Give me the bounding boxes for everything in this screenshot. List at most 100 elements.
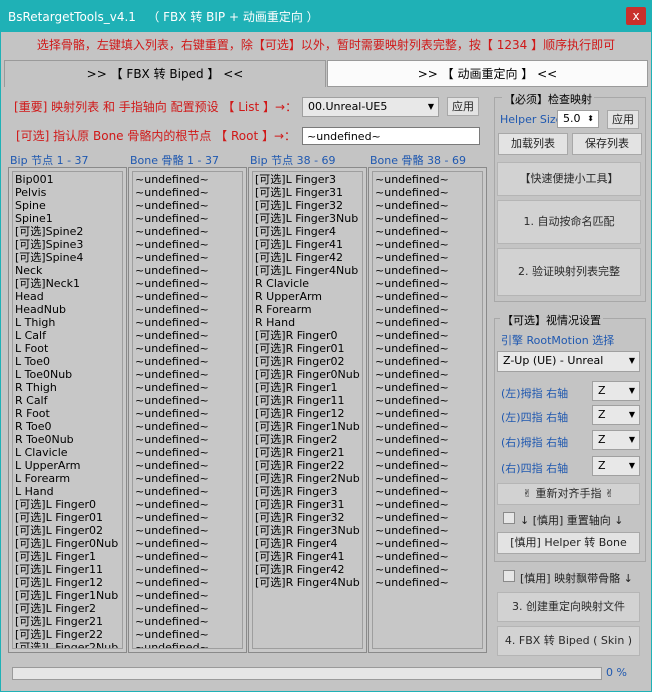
list-item[interactable]: ~undefined~ — [375, 251, 482, 264]
list-item[interactable]: ~undefined~ — [375, 485, 482, 498]
list-item[interactable]: [可选]R Finger02 — [255, 355, 362, 368]
list-item[interactable]: [可选]L Finger31 — [255, 186, 362, 199]
list-item[interactable]: ~undefined~ — [135, 368, 242, 381]
list-item[interactable]: ~undefined~ — [135, 407, 242, 420]
list-item[interactable]: [可选]L Finger2 — [15, 602, 122, 615]
list-item[interactable]: R Hand — [255, 316, 362, 329]
list-item[interactable]: [可选]L Finger1 — [15, 550, 122, 563]
list-item[interactable]: ~undefined~ — [135, 212, 242, 225]
bone-list-2[interactable]: ~undefined~ ~undefined~ ~undefined~ ~undefi… — [368, 167, 487, 653]
list-item[interactable]: ~undefined~ — [135, 537, 242, 550]
list-item[interactable]: ~undefined~ — [135, 602, 242, 615]
list-item[interactable]: [可选]R Finger3 — [255, 485, 362, 498]
list-item[interactable]: ~undefined~ — [375, 368, 482, 381]
list-item[interactable]: ~undefined~ — [375, 264, 482, 277]
list-item[interactable]: [可选]R Finger4 — [255, 537, 362, 550]
list-item[interactable]: ~undefined~ — [135, 511, 242, 524]
list-item[interactable]: ~undefined~ — [135, 550, 242, 563]
reset-axis-checkbox[interactable] — [503, 512, 515, 524]
list-item[interactable]: ~undefined~ — [375, 238, 482, 251]
list-item[interactable]: ~undefined~ — [375, 446, 482, 459]
list-item[interactable]: L Clavicle — [15, 446, 122, 459]
list-item[interactable]: L Foot — [15, 342, 122, 355]
list-item[interactable]: [可选]L Finger2Nub — [15, 641, 122, 648]
list-item[interactable]: ~undefined~ — [375, 277, 482, 290]
list-item[interactable]: ~undefined~ — [375, 394, 482, 407]
list-item[interactable]: ~undefined~ — [135, 355, 242, 368]
list-item[interactable]: ~undefined~ — [375, 472, 482, 485]
list-item[interactable]: [可选]R Finger2Nub — [255, 472, 362, 485]
list-item[interactable]: ~undefined~ — [135, 498, 242, 511]
list-item[interactable]: [可选]L Finger12 — [15, 576, 122, 589]
list-item[interactable]: L Hand — [15, 485, 122, 498]
list-item[interactable]: ~undefined~ — [135, 316, 242, 329]
list-item[interactable]: R UpperArm — [255, 290, 362, 303]
list-item[interactable]: Bip001 — [15, 173, 122, 186]
fbx-to-biped-button[interactable]: 4. FBX 转 Biped ( Skin ) — [497, 626, 640, 656]
list-item[interactable]: ~undefined~ — [135, 394, 242, 407]
helper-size-apply-button[interactable]: 应用 — [607, 110, 639, 129]
list-item[interactable]: [可选]R Finger01 — [255, 342, 362, 355]
list-item[interactable]: [可选]R Finger0Nub — [255, 368, 362, 381]
axis-dropdown[interactable]: Z-Up (UE) - Unreal ▼ — [497, 351, 640, 372]
root-node-field[interactable]: ~undefined~ — [302, 127, 480, 145]
list-item[interactable]: ~undefined~ — [135, 628, 242, 641]
list-item[interactable]: [可选]R Finger12 — [255, 407, 362, 420]
list-item[interactable]: ~undefined~ — [375, 225, 482, 238]
list-item[interactable]: [可选]R Finger21 — [255, 446, 362, 459]
helper-size-spinner[interactable]: 5.0 ⬍ — [557, 110, 599, 128]
list-item[interactable]: [可选]L Finger11 — [15, 563, 122, 576]
list-item[interactable]: ~undefined~ — [135, 251, 242, 264]
list-item[interactable]: [可选]R Finger11 — [255, 394, 362, 407]
create-retarget-file-button[interactable]: 3. 创建重定向映射文件 — [497, 592, 640, 622]
list-item[interactable]: [可选]L Finger3Nub — [255, 212, 362, 225]
list-item[interactable]: [可选]R Finger3Nub — [255, 524, 362, 537]
list-item[interactable]: [可选]L Finger4 — [255, 225, 362, 238]
list-item[interactable]: R Toe0 — [15, 420, 122, 433]
list-item[interactable]: ~undefined~ — [375, 212, 482, 225]
list-item[interactable]: [可选]R Finger1Nub — [255, 420, 362, 433]
close-button[interactable]: x — [626, 7, 646, 25]
list-item[interactable]: ~undefined~ — [135, 277, 242, 290]
auto-match-button[interactable]: 1. 自动按命名匹配 — [497, 200, 641, 244]
list-item[interactable]: ~undefined~ — [375, 355, 482, 368]
list-item[interactable]: [可选]R Finger32 — [255, 511, 362, 524]
list-item[interactable]: ~undefined~ — [135, 199, 242, 212]
list-item[interactable]: ~undefined~ — [375, 316, 482, 329]
list-item[interactable]: ~undefined~ — [135, 524, 242, 537]
list-item[interactable]: [可选]R Finger2 — [255, 433, 362, 446]
list-item[interactable]: ~undefined~ — [135, 225, 242, 238]
list-item[interactable]: ~undefined~ — [375, 511, 482, 524]
list-item[interactable]: [可选]L Finger3 — [255, 173, 362, 186]
list-item[interactable]: ~undefined~ — [375, 459, 482, 472]
list-item[interactable]: ~undefined~ — [135, 485, 242, 498]
list-item[interactable]: [可选]R Finger0 — [255, 329, 362, 342]
list-item[interactable]: ~undefined~ — [135, 459, 242, 472]
list-item[interactable]: [可选]Spine4 — [15, 251, 122, 264]
list-item[interactable]: R Forearm — [255, 303, 362, 316]
list-item[interactable]: ~undefined~ — [135, 615, 242, 628]
list-item[interactable]: ~undefined~ — [135, 264, 242, 277]
list-item[interactable]: [可选]R Finger4Nub — [255, 576, 362, 589]
finger-axis-dropdown[interactable]: Z ▼ — [592, 381, 640, 401]
list-item[interactable]: ~undefined~ — [135, 433, 242, 446]
list-item[interactable]: [可选]L Finger0 — [15, 498, 122, 511]
list-item[interactable]: L Toe0 — [15, 355, 122, 368]
verify-list-button[interactable]: 2. 验证映射列表完整 — [497, 248, 641, 296]
list-item[interactable]: [可选]L Finger02 — [15, 524, 122, 537]
list-item[interactable]: [可选]L Finger41 — [255, 238, 362, 251]
list-item[interactable]: ~undefined~ — [135, 446, 242, 459]
list-item[interactable]: R Calf — [15, 394, 122, 407]
list-item[interactable]: [可选]L Finger42 — [255, 251, 362, 264]
list-item[interactable]: ~undefined~ — [375, 433, 482, 446]
finger-axis-dropdown[interactable]: Z ▼ — [592, 430, 640, 450]
tab-fbx-to-biped[interactable]: >> 【 FBX 转 Biped 】 << — [4, 60, 326, 87]
list-item[interactable]: L Calf — [15, 329, 122, 342]
list-item[interactable]: ~undefined~ — [135, 381, 242, 394]
list-item[interactable]: [可选]L Finger21 — [15, 615, 122, 628]
list-item[interactable]: R Thigh — [15, 381, 122, 394]
save-list-button[interactable]: 保存列表 — [572, 133, 642, 155]
list-item[interactable]: ~undefined~ — [375, 576, 482, 589]
list-item[interactable]: ~undefined~ — [375, 290, 482, 303]
list-item[interactable]: ~undefined~ — [375, 550, 482, 563]
